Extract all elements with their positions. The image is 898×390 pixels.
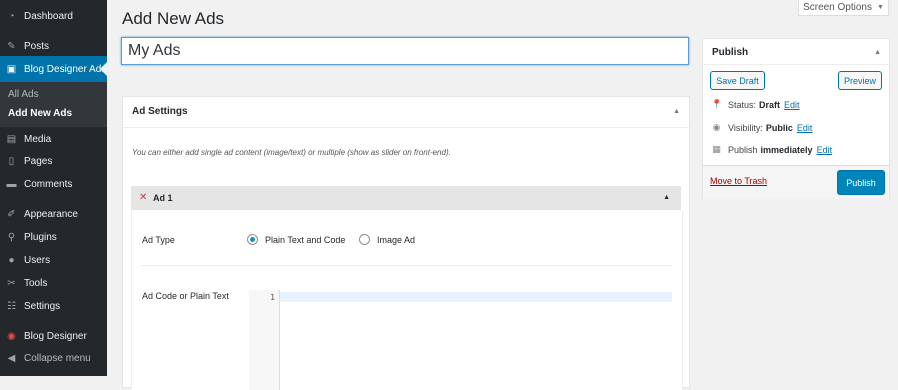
radio-image-ad[interactable]: Image Ad — [359, 234, 415, 245]
menu-item-blog-designer-ads[interactable]: ▣ Blog Designer Ads — [0, 56, 107, 82]
menu-label: Media — [24, 133, 52, 145]
ad-code-label: Ad Code or Plain Text — [142, 291, 229, 301]
ads-icon: ▣ — [6, 63, 17, 75]
menu-label: Blog Designer — [24, 330, 87, 342]
menu-item-media[interactable]: ▤ Media — [0, 128, 107, 150]
blog-designer-icon: ◉ — [7, 330, 16, 342]
publish-footer: Move to Trash Publish — [703, 165, 889, 198]
ad-settings-title: Ad Settings — [132, 106, 188, 117]
publish-label: Publish — [728, 144, 758, 155]
submenu: All Ads Add New Ads — [0, 82, 107, 127]
move-to-trash-link[interactable]: Move to Trash — [710, 176, 767, 186]
collapse-menu-button[interactable]: ◀ Collapse menu — [0, 347, 107, 369]
comments-icon: ▬ — [6, 178, 17, 190]
save-draft-button[interactable]: Save Draft — [710, 71, 765, 90]
menu-item-pages[interactable]: ▯ Pages — [0, 150, 107, 172]
users-icon: ● — [8, 254, 15, 266]
ad1-title: Ad 1 — [153, 193, 173, 203]
ad1-header[interactable]: ✕ Ad 1 ▲ — [131, 186, 681, 210]
screen-options-button[interactable]: Screen Options ▼ — [798, 0, 889, 16]
visibility-row: ◉ Visibility: Public Edit — [711, 122, 813, 133]
edit-visibility-link[interactable]: Edit — [797, 123, 813, 133]
edit-schedule-link[interactable]: Edit — [817, 145, 833, 155]
menu-item-plugins[interactable]: ⚲ Plugins — [0, 226, 107, 248]
plugins-icon: ⚲ — [7, 231, 16, 243]
radio-checked-icon[interactable] — [247, 234, 258, 245]
remove-ad-icon[interactable]: ✕ — [139, 192, 147, 203]
radio-label: Image Ad — [377, 234, 416, 245]
admin-sidebar: ◔ Dashboard ✎ Posts ▣ Blog Designer Ads … — [0, 0, 107, 376]
radio-unchecked-icon[interactable] — [359, 234, 370, 245]
menu-item-dashboard[interactable]: ◔ Dashboard — [0, 5, 107, 27]
page-title: Add New Ads — [122, 9, 225, 28]
pages-icon: ▯ — [8, 155, 15, 167]
menu-label: Dashboard — [24, 10, 73, 22]
divider — [703, 64, 889, 65]
edit-status-link[interactable]: Edit — [784, 100, 800, 110]
menu-label: Users — [24, 254, 51, 266]
publish-box: Publish ▲ Save Draft Preview 📍 Status: D… — [702, 38, 890, 198]
ad-settings-box: Ad Settings ▲ You can either add single … — [122, 96, 690, 390]
active-line[interactable] — [280, 292, 672, 302]
eye-icon: ◉ — [712, 122, 721, 132]
post-title-input[interactable] — [121, 37, 689, 65]
editor-gutter: 1 — [249, 290, 280, 390]
menu-item-settings[interactable]: ☷ Settings — [0, 295, 107, 317]
ad-settings-help-text: You can either add single ad content (im… — [132, 148, 451, 157]
visibility-value: Public — [765, 122, 793, 133]
menu-label: Collapse menu — [24, 352, 91, 364]
menu-label: Posts — [24, 40, 50, 52]
status-value: Draft — [759, 99, 781, 110]
settings-icon: ☷ — [7, 300, 16, 312]
line-number: 1 — [270, 293, 275, 302]
caret-down-icon: ▼ — [877, 4, 884, 11]
radio-plain-text[interactable]: Plain Text and Code — [247, 234, 345, 245]
menu-label: Settings — [24, 300, 61, 312]
pin-icon: ✎ — [7, 40, 16, 52]
collapse-icon: ◀ — [7, 352, 16, 364]
menu-item-users[interactable]: ● Users — [0, 249, 107, 271]
status-row: 📍 Status: Draft Edit — [711, 99, 800, 110]
appearance-icon: ✐ — [7, 208, 16, 220]
submenu-all-ads[interactable]: All Ads — [8, 89, 39, 100]
menu-label: Appearance — [24, 208, 78, 220]
collapse-up-icon[interactable]: ▲ — [874, 49, 881, 56]
menu-item-blog-designer[interactable]: ◉ Blog Designer — [0, 325, 107, 347]
ad-type-label: Ad Type — [142, 235, 175, 245]
menu-label: Plugins — [24, 231, 57, 243]
tools-icon: ✂ — [7, 277, 16, 289]
collapse-up-icon[interactable]: ▲ — [673, 108, 680, 115]
dashboard-icon: ◔ — [8, 10, 15, 22]
submenu-add-new-ads[interactable]: Add New Ads — [8, 108, 72, 119]
collapse-up-icon[interactable]: ▲ — [663, 194, 670, 201]
ad1-body: Ad Type Plain Text and Code Image Ad Ad … — [131, 210, 683, 390]
menu-item-comments[interactable]: ▬ Comments — [0, 173, 107, 195]
screen-options-label: Screen Options — [803, 2, 872, 13]
calendar-icon: ▦ — [712, 144, 721, 154]
menu-item-posts[interactable]: ✎ Posts — [0, 35, 107, 57]
visibility-label: Visibility: — [728, 122, 763, 133]
pin-icon: 📍 — [711, 99, 723, 109]
ad-code-editor[interactable]: 1 — [249, 290, 672, 390]
menu-label: Tools — [24, 277, 48, 289]
schedule-row: ▦ Publish immediately Edit — [711, 144, 832, 155]
status-label: Status: — [728, 99, 757, 110]
radio-label: Plain Text and Code — [265, 234, 346, 245]
menu-item-appearance[interactable]: ✐ Appearance — [0, 203, 107, 225]
preview-button[interactable]: Preview — [838, 71, 882, 90]
menu-label: Comments — [24, 178, 73, 190]
ad-settings-header[interactable]: Ad Settings ▲ — [123, 97, 689, 128]
menu-item-tools[interactable]: ✂ Tools — [0, 272, 107, 294]
menu-label: Blog Designer Ads — [24, 63, 107, 75]
publish-button[interactable]: Publish — [837, 170, 885, 195]
media-icon: ▤ — [6, 133, 17, 145]
menu-label: Pages — [24, 155, 53, 167]
publish-value: immediately — [760, 144, 813, 155]
publish-box-title: Publish — [712, 47, 749, 58]
divider — [140, 265, 672, 266]
